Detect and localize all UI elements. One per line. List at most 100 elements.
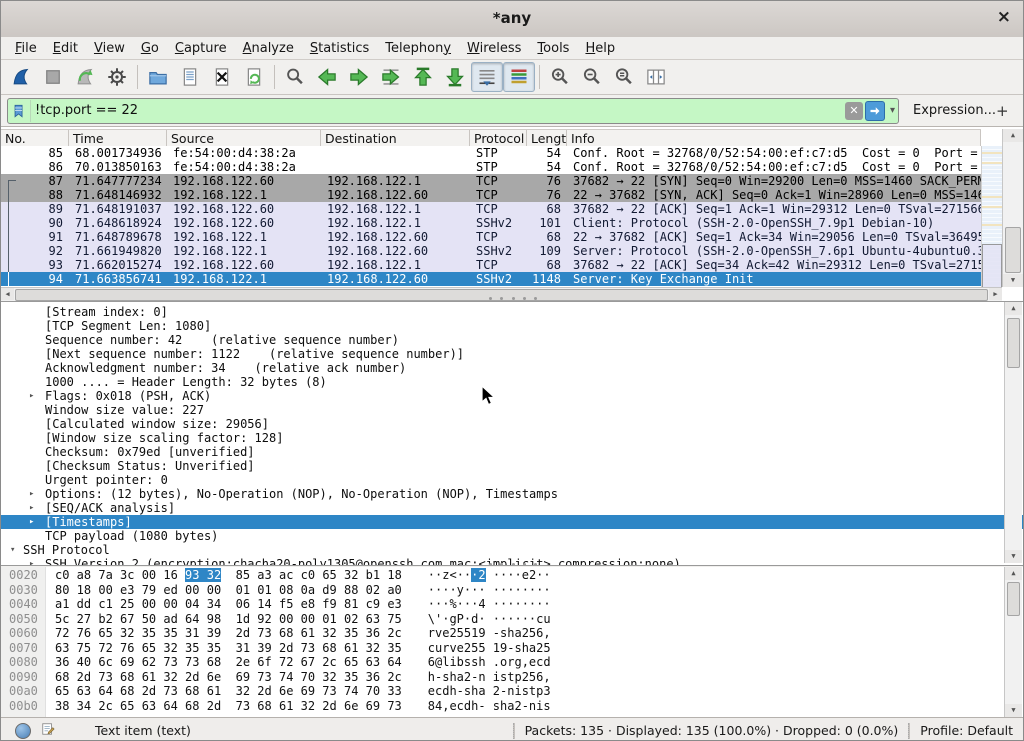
- filter-history-caret[interactable]: ▾: [890, 105, 895, 116]
- restart-capture-button[interactable]: [69, 62, 101, 92]
- menu-analyze[interactable]: Analyze: [235, 39, 302, 58]
- menu-wireless[interactable]: Wireless: [459, 39, 529, 58]
- menu-statistics[interactable]: Statistics: [302, 39, 377, 58]
- hex-row-0030[interactable]: 003080 18 00 e3 79 ed 00 00 01 01 08 0a …: [1, 583, 1023, 598]
- detail-line[interactable]: Acknowledgment number: 34 (relative ack …: [1, 361, 1023, 375]
- scrollbar-thumb[interactable]: [1007, 318, 1020, 368]
- hex-row-0020[interactable]: 0020c0 a8 7a 3c 00 16 93 32 85 a3 ac c0 …: [1, 568, 1023, 583]
- go-to-packet-button[interactable]: [375, 62, 407, 92]
- hex-row-0090[interactable]: 009068 2d 73 68 61 32 2d 6e 69 73 74 70 …: [1, 670, 1023, 685]
- detail-line[interactable]: [Window size scaling factor: 128]: [1, 431, 1023, 445]
- close-file-button[interactable]: [206, 62, 238, 92]
- capture-options-button[interactable]: [101, 62, 133, 92]
- expert-info-icon[interactable]: [15, 723, 31, 739]
- scroll-down-arrow[interactable]: ▼: [1003, 274, 1023, 287]
- collapsed-triangle-icon[interactable]: ▸: [29, 501, 34, 515]
- menu-edit[interactable]: Edit: [45, 39, 86, 58]
- menu-view[interactable]: View: [86, 39, 133, 58]
- stop-capture-button[interactable]: [37, 62, 69, 92]
- hex-row-0050[interactable]: 00505c 27 b2 67 50 ad 64 98 1d 92 00 00 …: [1, 612, 1023, 627]
- column-header-source[interactable]: Source: [167, 130, 321, 147]
- filter-bookmark-icon[interactable]: [8, 100, 31, 122]
- packet-row-88[interactable]: 8871.648146932192.168.122.1192.168.122.6…: [1, 188, 981, 202]
- scrollbar-thumb[interactable]: [1005, 227, 1021, 273]
- collapsed-triangle-icon[interactable]: ▸: [29, 389, 34, 403]
- scroll-up-arrow[interactable]: ▲: [1005, 567, 1022, 580]
- minimap-view-indicator[interactable]: [982, 244, 1002, 288]
- scroll-down-arrow[interactable]: ▼: [1005, 704, 1022, 717]
- column-header-destination[interactable]: Destination: [321, 130, 470, 147]
- menu-telephony[interactable]: Telephony: [377, 39, 459, 58]
- detail-line[interactable]: 1000 .... = Header Length: 32 bytes (8): [1, 375, 1023, 389]
- expression-button[interactable]: Expression...: [913, 103, 996, 118]
- resize-columns-button[interactable]: [640, 62, 672, 92]
- detail-line[interactable]: Urgent pointer: 0: [1, 473, 1023, 487]
- detail-line[interactable]: [Checksum Status: Unverified]: [1, 459, 1023, 473]
- scroll-left-arrow[interactable]: ◀: [1, 288, 14, 300]
- packet-row-86[interactable]: 8670.013850163fe:54:00:d4:38:2aSTP54Conf…: [1, 160, 981, 174]
- profile-label[interactable]: Profile: Default: [920, 723, 1013, 738]
- zoom-original-button[interactable]: [608, 62, 640, 92]
- scroll-up-arrow[interactable]: ▲: [1003, 129, 1023, 142]
- filter-clear-button[interactable]: ✕: [845, 102, 863, 120]
- packet-row-92[interactable]: 9271.661949820192.168.122.1192.168.122.6…: [1, 244, 981, 258]
- column-header-no[interactable]: No.: [1, 130, 69, 147]
- collapsed-triangle-icon[interactable]: ▸: [29, 487, 34, 501]
- details-vscrollbar[interactable]: ▲ ▼: [1004, 302, 1022, 563]
- column-header-info[interactable]: Info: [567, 130, 981, 147]
- add-filter-button[interactable]: +: [996, 102, 1009, 120]
- packet-row-89[interactable]: 8971.648191037192.168.122.60192.168.122.…: [1, 202, 981, 216]
- hex-row-0070[interactable]: 007063 75 72 76 65 32 35 35 31 39 2d 73 …: [1, 641, 1023, 656]
- detail-line[interactable]: [Next sequence number: 1122 (relative se…: [1, 347, 1023, 361]
- menu-file[interactable]: File: [7, 39, 45, 58]
- hex-row-00a0[interactable]: 00a065 63 64 68 2d 73 68 61 32 2d 6e 69 …: [1, 684, 1023, 699]
- menu-tools[interactable]: Tools: [529, 39, 577, 58]
- detail-line[interactable]: [Stream index: 0]: [1, 305, 1023, 319]
- go-first-button[interactable]: [407, 62, 439, 92]
- display-filter-input[interactable]: [31, 101, 845, 121]
- hex-row-0060[interactable]: 006072 76 65 32 35 35 31 39 2d 73 68 61 …: [1, 626, 1023, 641]
- scrollbar-thumb[interactable]: [1007, 582, 1020, 616]
- menu-go[interactable]: Go: [133, 39, 167, 58]
- expanded-triangle-icon[interactable]: ▾: [10, 543, 15, 557]
- detail-line[interactable]: [Calculated window size: 29056]: [1, 417, 1023, 431]
- detail-line[interactable]: Window size value: 227: [1, 403, 1023, 417]
- detail-line[interactable]: ▸[Timestamps]: [1, 515, 1023, 529]
- menu-capture[interactable]: Capture: [167, 39, 235, 58]
- detail-line[interactable]: ▾SSH Protocol: [1, 543, 1023, 557]
- column-header-time[interactable]: Time: [69, 130, 167, 147]
- column-header-length[interactable]: Length: [527, 130, 567, 147]
- capture-comment-icon[interactable]: [41, 722, 55, 739]
- open-file-button[interactable]: [142, 62, 174, 92]
- colorize-button[interactable]: [503, 62, 535, 92]
- packet-row-93[interactable]: 9371.662015274192.168.122.60192.168.122.…: [1, 258, 981, 272]
- go-next-button[interactable]: [343, 62, 375, 92]
- packet-row-87[interactable]: 8771.647777234192.168.122.60192.168.122.…: [1, 174, 981, 188]
- column-header-protocol[interactable]: Protocol: [470, 130, 527, 147]
- detail-line[interactable]: Sequence number: 42 (relative sequence n…: [1, 333, 1023, 347]
- detail-line[interactable]: Checksum: 0x79ed [unverified]: [1, 445, 1023, 459]
- packet-row-90[interactable]: 9071.648618924192.168.122.60192.168.122.…: [1, 216, 981, 230]
- detail-line[interactable]: TCP payload (1080 bytes): [1, 529, 1023, 543]
- zoom-out-button[interactable]: [576, 62, 608, 92]
- packet-list-vscrollbar[interactable]: ▲ ▼: [1002, 129, 1023, 287]
- save-file-button[interactable]: [174, 62, 206, 92]
- detail-line[interactable]: [TCP Segment Len: 1080]: [1, 319, 1023, 333]
- close-window-button[interactable]: ×: [997, 7, 1011, 27]
- collapsed-triangle-icon[interactable]: ▸: [29, 515, 34, 529]
- detail-line[interactable]: ▸Flags: 0x018 (PSH, ACK): [1, 389, 1023, 403]
- filter-apply-button[interactable]: [865, 101, 885, 121]
- packet-row-91[interactable]: 9171.648789678192.168.122.1192.168.122.6…: [1, 230, 981, 244]
- detail-line[interactable]: ▸Options: (12 bytes), No-Operation (NOP)…: [1, 487, 1023, 501]
- detail-line[interactable]: ▸[SEQ/ACK analysis]: [1, 501, 1023, 515]
- packet-row-94[interactable]: 9471.663856741192.168.122.1192.168.122.6…: [1, 272, 981, 286]
- collapsed-triangle-icon[interactable]: ▸: [29, 557, 34, 566]
- hex-dump[interactable]: 0020c0 a8 7a 3c 00 16 93 32 85 a3 ac c0 …: [1, 567, 1023, 713]
- scroll-right-arrow[interactable]: ▶: [989, 288, 1002, 300]
- go-last-button[interactable]: [439, 62, 471, 92]
- packet-list-minimap[interactable]: [981, 146, 1002, 287]
- reload-file-button[interactable]: [238, 62, 270, 92]
- scroll-up-arrow[interactable]: ▲: [1005, 302, 1022, 315]
- packet-row-85[interactable]: 8568.001734936fe:54:00:d4:38:2aSTP54Conf…: [1, 146, 981, 160]
- start-capture-button[interactable]: [5, 62, 37, 92]
